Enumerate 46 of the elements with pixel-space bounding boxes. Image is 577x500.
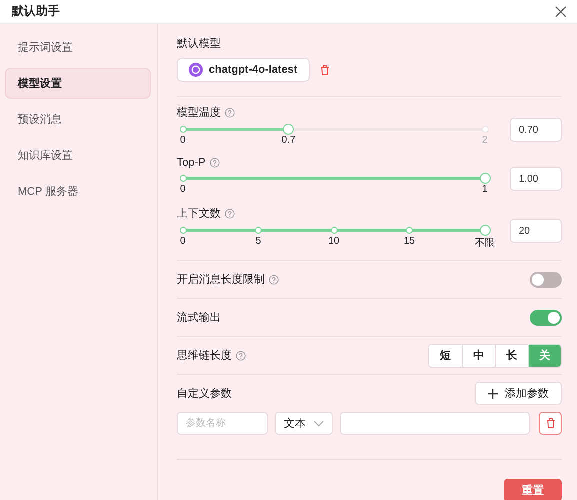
setting-label: 思维链长度 [177, 348, 232, 363]
param-value-field[interactable] [340, 412, 530, 435]
close-icon[interactable] [555, 6, 567, 18]
delete-param-button[interactable] [539, 412, 562, 435]
chevron-down-icon [314, 420, 324, 426]
value-input[interactable]: 0.70 [510, 118, 562, 142]
slider-mark-label: 0 [180, 236, 186, 247]
sidebar-item[interactable]: 模型设置 [5, 68, 151, 99]
sidebar-item[interactable]: MCP 服务器 [5, 176, 151, 207]
slider-mark-label: 0 [180, 135, 186, 146]
slider-label: 模型温度 [177, 106, 221, 120]
model-selector[interactable]: chatgpt-4o-latest [177, 58, 310, 82]
slider-label: 上下文数 [177, 206, 221, 221]
slider-mark-label: 10 [328, 236, 340, 247]
help-icon[interactable] [225, 108, 235, 118]
section-label: 自定义参数 [177, 386, 232, 401]
add-param-button[interactable]: 添加参数 [475, 382, 562, 405]
delete-icon[interactable] [320, 64, 330, 76]
toggle-switch[interactable] [530, 272, 562, 288]
help-icon[interactable] [269, 274, 279, 284]
help-icon[interactable] [236, 350, 246, 360]
type-select[interactable]: 文本 [275, 412, 333, 435]
sidebar-item[interactable]: 预设消息 [5, 104, 151, 135]
help-icon[interactable] [210, 158, 220, 168]
setting-label: 开启消息长度限制 [177, 272, 265, 287]
plus-icon [488, 388, 498, 398]
value-input[interactable]: 20 [510, 219, 562, 243]
slider-mark-label: 5 [256, 236, 262, 247]
slider-mark-label: 1 [482, 184, 488, 195]
slider-mark-label: 2 [482, 135, 488, 146]
slider-mark-label: 0 [180, 184, 186, 195]
sidebar-item[interactable]: 知识库设置 [5, 140, 151, 171]
param-name-field[interactable]: 参数名称 [177, 412, 268, 435]
section-label: 默认模型 [177, 37, 222, 51]
setting-label: 流式输出 [177, 310, 221, 325]
help-icon[interactable] [225, 208, 235, 218]
slider-mark-label: 15 [404, 236, 416, 247]
slider-mark-label: 不限 [475, 237, 495, 250]
slider-value-label: 0.7 [282, 135, 296, 146]
value-input[interactable]: 1.00 [510, 167, 562, 191]
sidebar-item[interactable]: 提示词设置 [5, 32, 151, 63]
model-logo-icon [189, 63, 203, 77]
slider-label: Top-P [177, 157, 206, 169]
trash-icon [546, 418, 556, 429]
toggle-switch[interactable] [530, 310, 562, 326]
window-title: 默认助手 [12, 3, 60, 20]
